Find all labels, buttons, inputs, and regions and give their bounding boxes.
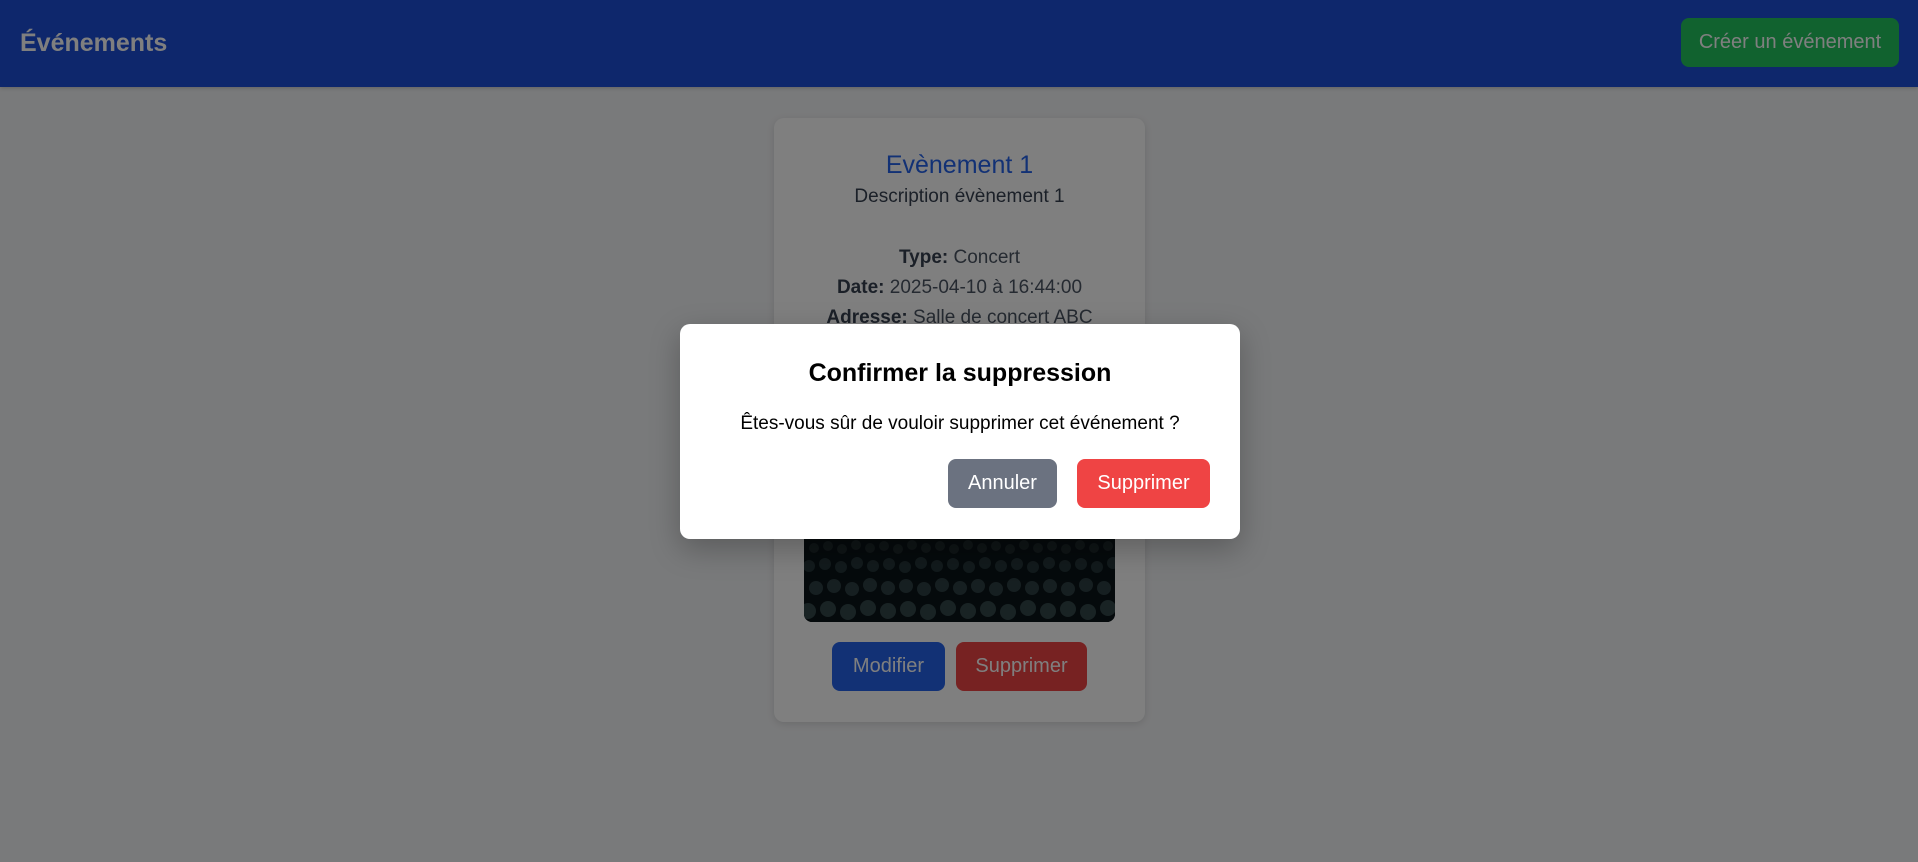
- confirm-delete-button[interactable]: Supprimer: [1077, 459, 1210, 508]
- dialog-message: Êtes-vous sûr de vouloir supprimer cet é…: [740, 413, 1180, 434]
- dialog-title: Confirmer la suppression: [808, 359, 1112, 387]
- cancel-button[interactable]: Annuler: [948, 459, 1057, 508]
- dialog-actions: Annuler Supprimer: [948, 459, 1210, 508]
- delete-confirmation-dialog: Confirmer la suppression Êtes-vous sûr d…: [680, 324, 1240, 539]
